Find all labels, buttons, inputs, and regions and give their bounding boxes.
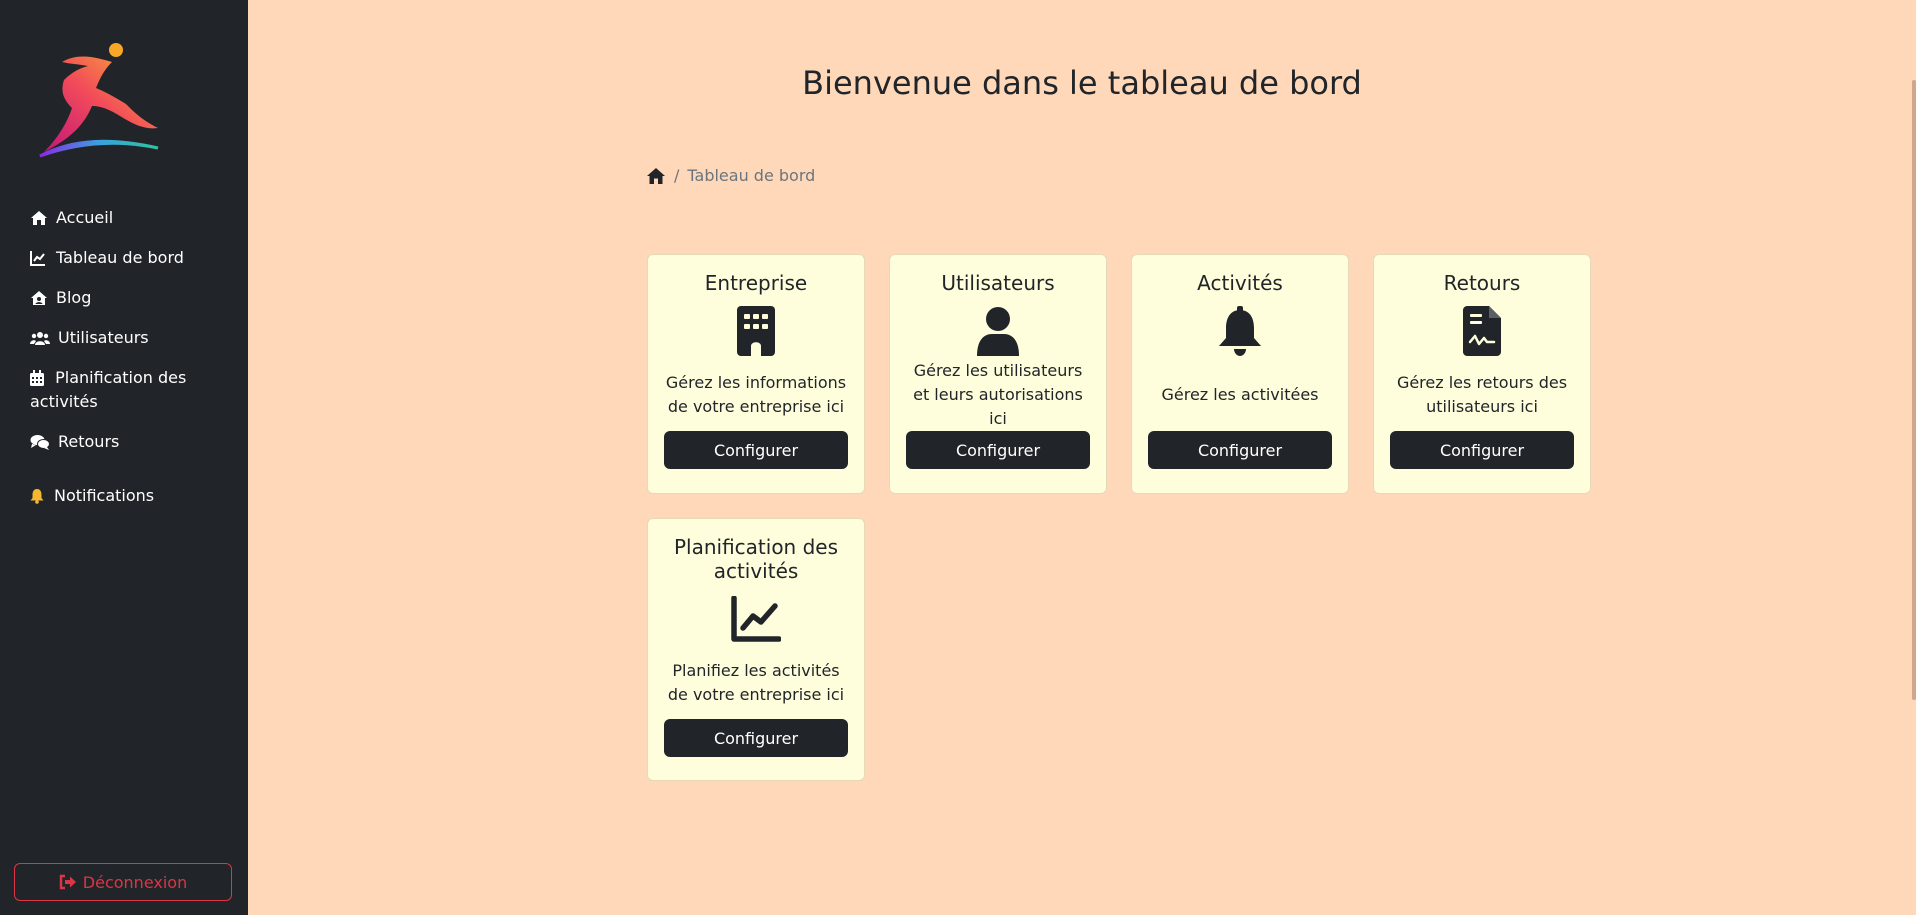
card-planification: Planification des activités Planifiez le… bbox=[647, 518, 865, 781]
card-title: Retours bbox=[1443, 271, 1521, 295]
card-title: Utilisateurs bbox=[941, 271, 1055, 295]
card-retours: Retours Gérez les retours des utilisateu… bbox=[1373, 254, 1591, 494]
user-icon bbox=[906, 305, 1090, 357]
card-title: Planification des activités bbox=[673, 535, 839, 583]
sign-out-icon bbox=[59, 874, 77, 890]
house-user-icon bbox=[30, 286, 48, 310]
sidebar-nav: Accueil Tableau de bord Blog Utilisateur… bbox=[0, 206, 248, 524]
logout-button[interactable]: Déconnexion bbox=[14, 863, 232, 901]
card-activites: Activités Gérez les activitées Configure… bbox=[1131, 254, 1349, 494]
sidebar-item-label: Retours bbox=[58, 432, 120, 451]
calendar-icon bbox=[30, 366, 44, 390]
sidebar-item-retours[interactable]: Retours bbox=[0, 430, 248, 454]
sidebar-item-tableau-de-bord[interactable]: Tableau de bord bbox=[0, 246, 248, 270]
configure-button[interactable]: Configurer bbox=[664, 719, 848, 757]
configure-button[interactable]: Configurer bbox=[1390, 431, 1574, 469]
breadcrumb-current: Tableau de bord bbox=[687, 166, 816, 185]
card-description: Gérez les utilisateurs et leurs autorisa… bbox=[913, 361, 1083, 428]
chart-line-icon bbox=[664, 593, 848, 645]
brand-logo bbox=[39, 43, 159, 158]
sidebar-item-label: Tableau de bord bbox=[56, 248, 184, 267]
configure-button[interactable]: Configurer bbox=[906, 431, 1090, 469]
configure-button[interactable]: Configurer bbox=[664, 431, 848, 469]
building-icon bbox=[664, 305, 848, 357]
sidebar-item-utilisateurs[interactable]: Utilisateurs bbox=[0, 326, 248, 350]
file-signature-icon bbox=[1390, 305, 1574, 357]
logout-label: Déconnexion bbox=[82, 872, 188, 892]
sidebar-item-label: Blog bbox=[56, 288, 92, 307]
breadcrumb-separator: / bbox=[674, 166, 680, 185]
sidebar: Accueil Tableau de bord Blog Utilisateur… bbox=[0, 0, 248, 915]
sidebar-item-planification[interactable]: Planification des activités bbox=[0, 366, 248, 414]
breadcrumb: / Tableau de bord bbox=[646, 166, 815, 185]
sidebar-item-notifications[interactable]: Notifications bbox=[0, 484, 248, 508]
main-content: Bienvenue dans le tableau de bord / Tabl… bbox=[248, 0, 1916, 915]
scrollbar[interactable] bbox=[1912, 80, 1916, 700]
card-description: Planifiez les activités de votre entrepr… bbox=[667, 661, 845, 704]
sidebar-item-accueil[interactable]: Accueil bbox=[0, 206, 248, 230]
bell-icon bbox=[1148, 305, 1332, 357]
configure-button[interactable]: Configurer bbox=[1148, 431, 1332, 469]
users-icon bbox=[30, 326, 50, 350]
comments-icon bbox=[30, 430, 50, 454]
home-icon bbox=[30, 206, 48, 230]
sidebar-item-blog[interactable]: Blog bbox=[0, 286, 248, 310]
card-title: Activités bbox=[1197, 271, 1283, 295]
card-description: Gérez les retours des utilisateurs ici bbox=[1396, 373, 1568, 416]
sidebar-item-label: Notifications bbox=[54, 486, 155, 505]
sidebar-item-label: Accueil bbox=[56, 208, 114, 227]
breadcrumb-home-icon[interactable] bbox=[646, 167, 666, 185]
card-utilisateurs: Utilisateurs Gérez les utilisateurs et l… bbox=[889, 254, 1107, 494]
card-title: Entreprise bbox=[704, 271, 808, 295]
sidebar-item-label: Planification des activités bbox=[30, 368, 187, 411]
bell-icon bbox=[30, 484, 46, 508]
card-description: Gérez les informations de votre entrepri… bbox=[665, 373, 847, 416]
card-description: Gérez les activitées bbox=[1161, 385, 1319, 404]
chart-line-icon bbox=[30, 246, 48, 270]
sidebar-item-label: Utilisateurs bbox=[58, 328, 149, 347]
page-title: Bienvenue dans le tableau de bord bbox=[802, 64, 1362, 102]
card-entreprise: Entreprise Gérez les informations de vot… bbox=[647, 254, 865, 494]
